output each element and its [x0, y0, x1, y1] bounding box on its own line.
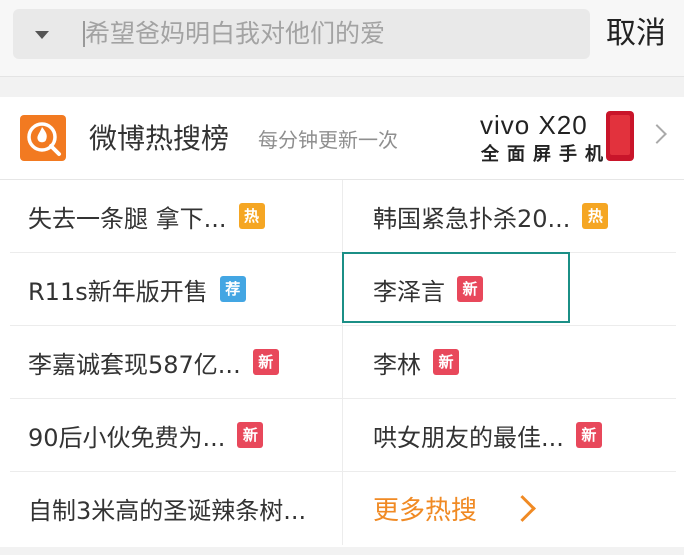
hot-search-item[interactable]: 韩国紧急扑杀20... 热 [342, 180, 676, 253]
search-box[interactable]: 希望爸妈明白我对他们的爱 [13, 9, 590, 59]
item-label: 韩国紧急扑杀20... [373, 204, 571, 233]
hot-search-item[interactable]: 90后小伙免费为... 新 [10, 399, 342, 472]
item-label: 李嘉诚套现587亿... [28, 350, 241, 379]
new-badge: 新 [433, 349, 459, 375]
new-badge: 新 [252, 349, 279, 375]
item-label: R11s新年版开售 [28, 277, 208, 306]
chevron-right-icon[interactable] [647, 124, 667, 144]
phone-image [606, 111, 634, 161]
item-label: 90后小伙免费为... [28, 423, 226, 452]
more-hot-search-label: 更多热搜 [373, 496, 478, 526]
hot-search-title: 微博热搜榜 [89, 122, 230, 155]
hot-search-item[interactable]: 李泽言 新 [342, 253, 676, 326]
item-label: 自制3米高的圣诞辣条树... [28, 497, 307, 525]
item-label: 失去一条腿 拿下... [28, 204, 227, 233]
hot-search-item[interactable]: 哄女朋友的最佳... 新 [342, 399, 676, 472]
cancel-button[interactable]: 取消 [606, 12, 666, 56]
recommend-badge: 荐 [219, 276, 246, 302]
caret-down-icon[interactable] [35, 31, 49, 39]
item-label: 哄女朋友的最佳... [373, 423, 564, 452]
hot-search-item[interactable]: 李林 新 [342, 326, 676, 399]
search-input[interactable]: 希望爸妈明白我对他们的爱 [85, 9, 385, 59]
weibo-hot-search-icon [20, 115, 66, 161]
hot-search-subtitle: 每分钟更新一次 [258, 128, 398, 152]
item-label: 李泽言 [373, 277, 445, 306]
search-bar: 希望爸妈明白我对他们的爱 取消 [0, 0, 684, 77]
ad-slogan: 全面屏手机 [481, 144, 611, 165]
hot-search-header[interactable]: 微博热搜榜 每分钟更新一次 vivo X20 全面屏手机 [0, 97, 684, 180]
hot-search-item[interactable]: 李嘉诚套现587亿... 新 [10, 326, 342, 399]
ad-banner[interactable]: vivo X20 全面屏手机 [480, 111, 640, 167]
hot-badge: 热 [582, 203, 609, 229]
more-hot-search-button[interactable]: 更多热搜 [342, 472, 676, 545]
item-label: 李林 [373, 350, 421, 379]
hot-badge: 热 [238, 203, 265, 229]
ad-brand: vivo X20 [480, 110, 588, 140]
hot-search-item[interactable]: 失去一条腿 拿下... 热 [10, 180, 342, 253]
chevron-right-icon [509, 495, 536, 522]
new-badge: 新 [575, 422, 602, 448]
new-badge: 新 [237, 422, 264, 448]
hot-search-card: 微博热搜榜 每分钟更新一次 vivo X20 全面屏手机 失去一条腿 拿下...… [0, 97, 684, 547]
hot-search-item[interactable]: R11s新年版开售 荐 [10, 253, 342, 326]
new-badge: 新 [457, 276, 483, 302]
hot-search-item[interactable]: 自制3米高的圣诞辣条树... [10, 472, 342, 545]
